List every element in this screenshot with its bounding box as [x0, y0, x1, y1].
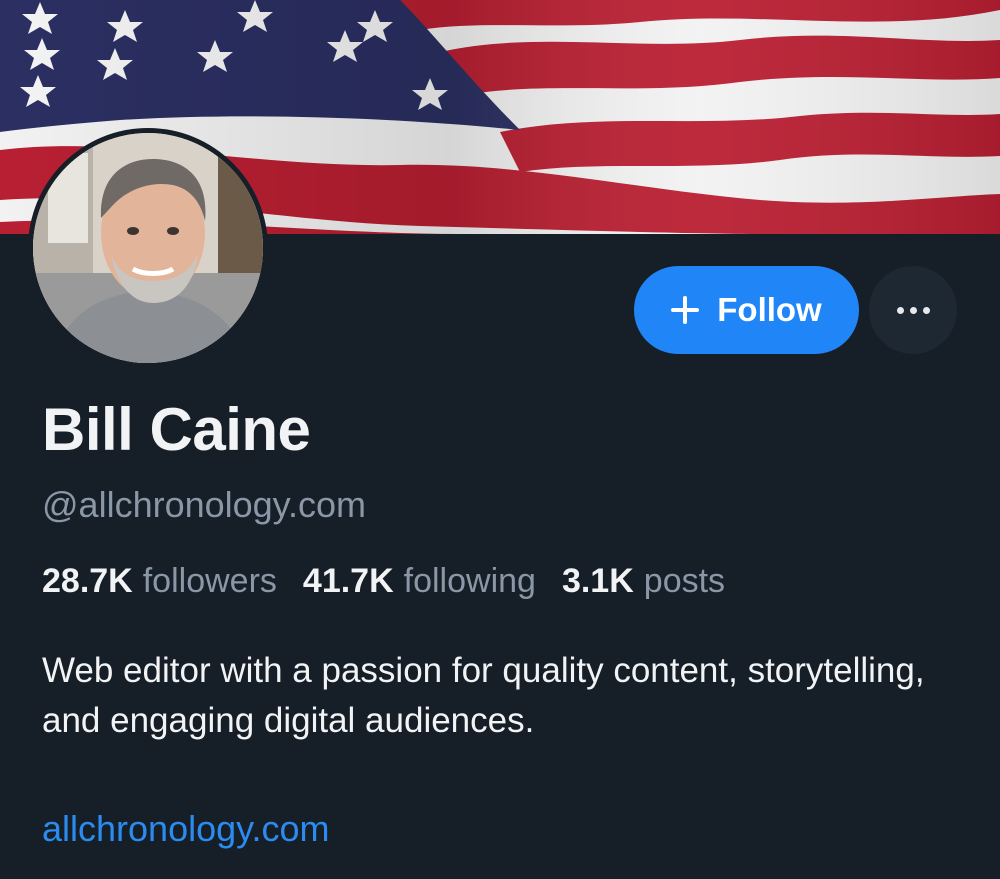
profile-stats: 28.7K followers 41.7K following 3.1K posts — [42, 562, 725, 601]
following-stat[interactable]: 41.7K following — [303, 562, 536, 601]
followers-count: 28.7K — [42, 562, 133, 600]
profile-bio: Web editor with a passion for quality co… — [42, 651, 925, 740]
posts-stat: 3.1K posts — [562, 562, 725, 601]
posts-count: 3.1K — [561, 562, 634, 600]
posts-label: posts — [643, 562, 726, 600]
follow-button[interactable]: Follow — [634, 266, 859, 354]
following-label: following — [403, 562, 536, 600]
avatar-photo — [33, 133, 263, 363]
followers-label: followers — [142, 562, 277, 600]
website-link[interactable]: allchronology.com — [42, 808, 329, 850]
more-options-button[interactable] — [869, 266, 957, 354]
plus-icon — [671, 296, 700, 324]
follow-button-label: Follow — [717, 291, 822, 328]
followers-stat[interactable]: 28.7K followers — [42, 562, 277, 601]
following-count: 41.7K — [302, 562, 394, 600]
profile-handle: @allchronology.com — [42, 484, 367, 525]
display-name: Bill Caine — [42, 396, 311, 463]
avatar[interactable] — [28, 128, 268, 368]
ellipsis-icon — [896, 306, 930, 314]
